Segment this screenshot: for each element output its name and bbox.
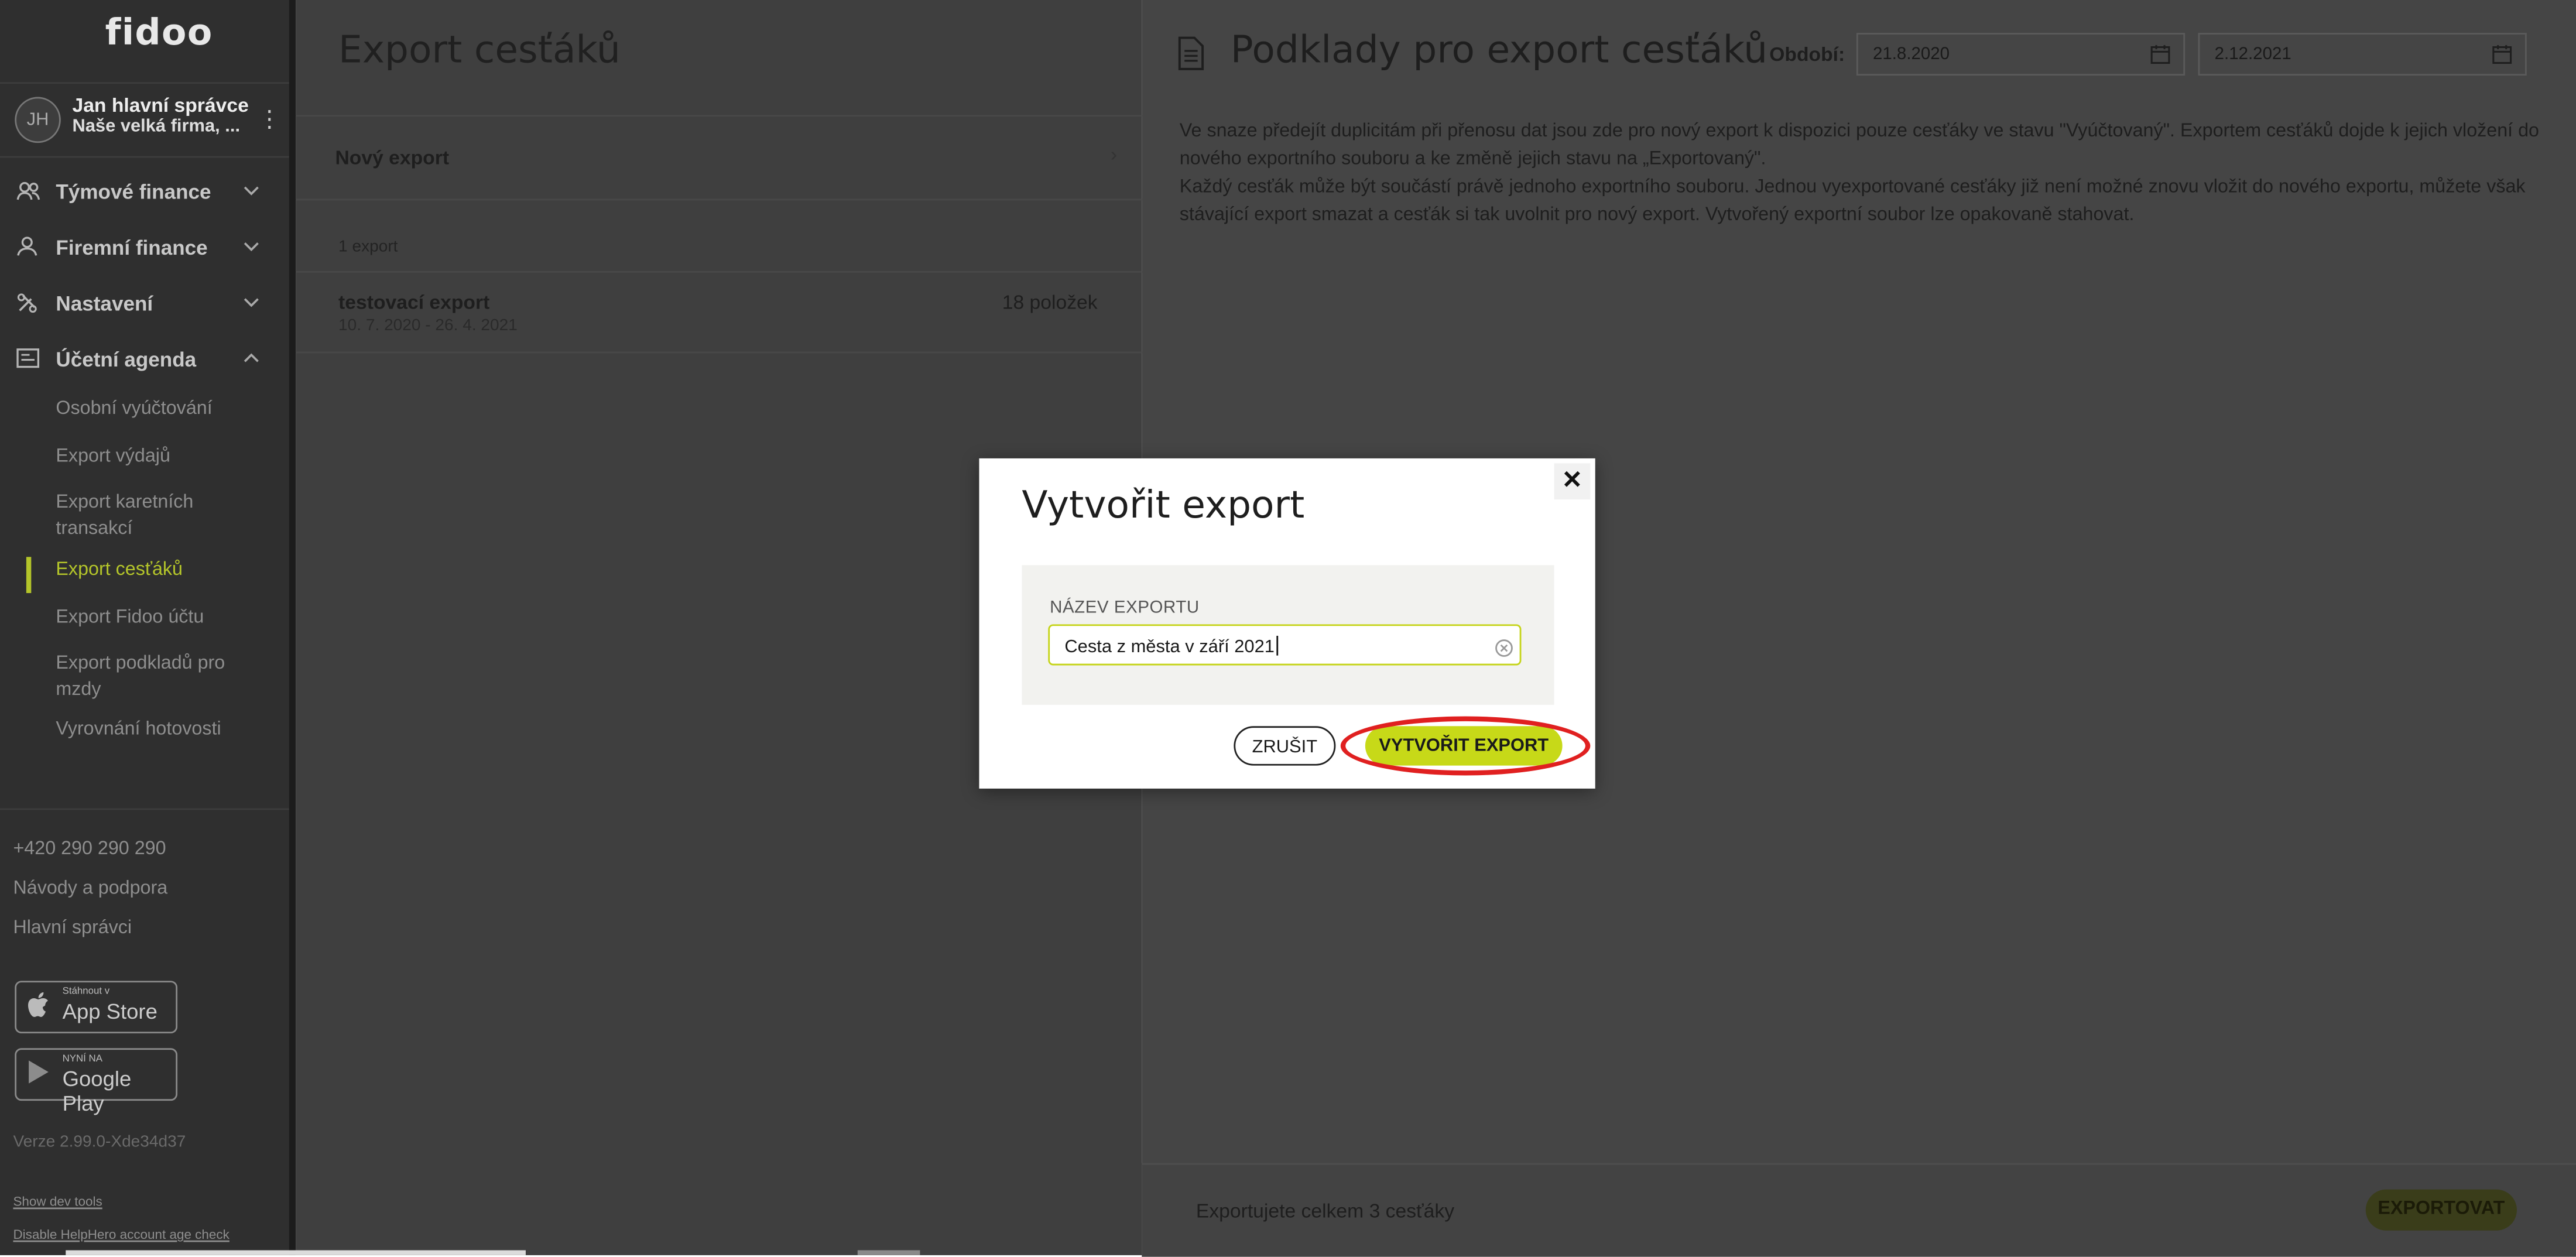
sidebar-item-personal-settlement[interactable]: Osobní vyúčtování <box>56 396 253 422</box>
active-indicator <box>26 557 32 594</box>
nav-item-label: Týmové finance <box>56 180 211 204</box>
app-window: fidoo JH Jan hlavní správce Naše velká f… <box>0 0 2576 1257</box>
nav-item-company-finance[interactable]: Firemní finance <box>0 225 289 274</box>
team-icon <box>16 181 40 201</box>
apple-icon <box>28 992 49 1022</box>
admins-link[interactable]: Hlavní správci <box>13 919 132 939</box>
nav-item-label: Firemní finance <box>56 237 208 260</box>
info-paragraph-1: Ve snaze předejít duplicitám při přenosu… <box>1179 121 2540 170</box>
form-section: NÁZEV EXPORTU Cesta z města v září 2021 <box>1022 565 1554 705</box>
sidebar-item-expense-export[interactable]: Export výdajů <box>56 444 253 470</box>
app-store-big: App Store <box>62 999 157 1024</box>
text-caret <box>1276 635 1278 656</box>
info-paragraph-2: Každý cesťák může být součástí právě jed… <box>1179 177 2526 225</box>
person-icon <box>16 237 39 256</box>
export-name-label: NÁZEV EXPORTU <box>1050 598 1200 618</box>
sidebar: fidoo JH Jan hlavní správce Naše velká f… <box>0 0 296 1255</box>
nav-item-team-finance[interactable]: Týmové finance <box>0 169 289 218</box>
dialog-title: Vytvořit export <box>1022 484 1305 528</box>
date-from-value: 21.8.2020 <box>1872 44 1950 64</box>
play-store-icon <box>28 1060 49 1090</box>
google-play-badge[interactable]: NYNÍ NA Google Play <box>15 1048 178 1115</box>
export-name: testovací export <box>338 290 490 314</box>
highlight-annotation <box>1340 716 1591 776</box>
export-name-text: Cesta z města v září 2021 <box>1064 637 1275 657</box>
google-play-big: Google Play <box>62 1066 132 1116</box>
cancel-button[interactable]: ZRUŠIT <box>1234 726 1336 766</box>
export-item-count: 18 položek <box>1002 290 1098 314</box>
sidebar-item-payroll-export[interactable]: Export podkladů pro mzdy <box>56 650 253 703</box>
taskbar-strip <box>857 1250 920 1255</box>
export-count: 1 export <box>338 238 398 256</box>
app-store-small: Stáhnout v <box>62 987 110 998</box>
user-company: Naše velká firma, ... <box>72 117 241 136</box>
avatar: JH <box>15 97 61 143</box>
document-icon <box>1178 36 1204 71</box>
date-from-input[interactable]: 21.8.2020 <box>1856 33 2186 76</box>
app-store-badge[interactable]: Stáhnout v App Store <box>15 981 178 1034</box>
user-panel[interactable]: JH Jan hlavní správce Naše velká firma, … <box>0 82 289 158</box>
support-phone[interactable]: +420 290 290 290 <box>13 840 166 859</box>
date-to-value: 2.12.2021 <box>2214 44 2291 64</box>
nav-item-label: Účetní agenda <box>56 348 197 372</box>
export-name-value: Cesta z města v září 2021 <box>1064 635 1278 657</box>
date-to-input[interactable]: 2.12.2021 <box>2198 33 2527 76</box>
list-item[interactable]: testovací export 10. 7. 2020 - 26. 4. 20… <box>296 271 1142 354</box>
nav-item-label: Nastavení <box>56 292 153 316</box>
sidebar-item-fidoo-account-export[interactable]: Export Fidoo účtu <box>56 605 253 631</box>
page-title: Export cesťáků <box>338 29 621 73</box>
sidebar-item-cash-settlement[interactable]: Vyrovnání hotovosti <box>56 716 253 742</box>
chevron-down-icon <box>243 238 259 256</box>
close-icon[interactable]: ✕ <box>1554 463 1591 500</box>
app-version: Verze 2.99.0-Xde34d37 <box>13 1133 186 1152</box>
export-button[interactable]: EXPORTOVAT <box>2365 1189 2517 1231</box>
new-export-label: Nový export <box>335 146 450 170</box>
google-play-small: NYNÍ NA <box>62 1054 102 1065</box>
calendar-icon[interactable] <box>2492 43 2512 64</box>
settings-icon <box>16 292 39 313</box>
chevron-up-icon <box>243 350 259 368</box>
export-dates: 10. 7. 2020 - 26. 4. 2021 <box>338 317 518 335</box>
calendar-icon[interactable] <box>2150 43 2170 64</box>
taskbar-strip <box>66 1250 526 1255</box>
help-link[interactable]: Návody a podpora <box>13 879 167 899</box>
export-name-input[interactable]: Cesta z města v září 2021 <box>1048 624 1522 666</box>
export-summary: Exportujete celkem 3 cesťáky <box>1195 1199 1455 1222</box>
chevron-down-icon <box>243 294 259 312</box>
detail-title: Podklady pro export cesťáků <box>1230 29 1768 73</box>
sidebar-divider <box>0 808 289 810</box>
period-label: Období: <box>1769 42 1845 66</box>
more-vertical-icon[interactable]: ⋮ <box>258 107 281 129</box>
nav-item-accounting[interactable]: Účetní agenda <box>0 337 289 386</box>
user-name: Jan hlavní správce <box>72 93 249 117</box>
nav-item-settings[interactable]: Nastavení <box>0 281 289 330</box>
disable-helphero-link[interactable]: Disable HelpHero account age check <box>13 1227 229 1242</box>
sidebar-scrollbar[interactable] <box>289 0 296 1255</box>
export-footer: Exportujete celkem 3 cesťáky EXPORTOVAT <box>1142 1163 2576 1257</box>
new-export-item[interactable]: Nový export › <box>296 115 1142 201</box>
chevron-down-icon <box>243 182 259 200</box>
sidebar-item-travel-export[interactable]: Export cesťáků <box>56 557 253 583</box>
fidoo-logo[interactable]: fidoo <box>105 13 213 54</box>
chevron-right-icon: › <box>1110 143 1118 166</box>
show-dev-tools-link[interactable]: Show dev tools <box>13 1194 102 1209</box>
clear-input-icon[interactable] <box>1495 636 1513 657</box>
info-text: Ve snaze předejít duplicitám při přenosu… <box>1180 118 2543 230</box>
sidebar-item-card-export[interactable]: Export karetních transakcí <box>56 489 253 542</box>
ledger-icon <box>16 348 40 368</box>
